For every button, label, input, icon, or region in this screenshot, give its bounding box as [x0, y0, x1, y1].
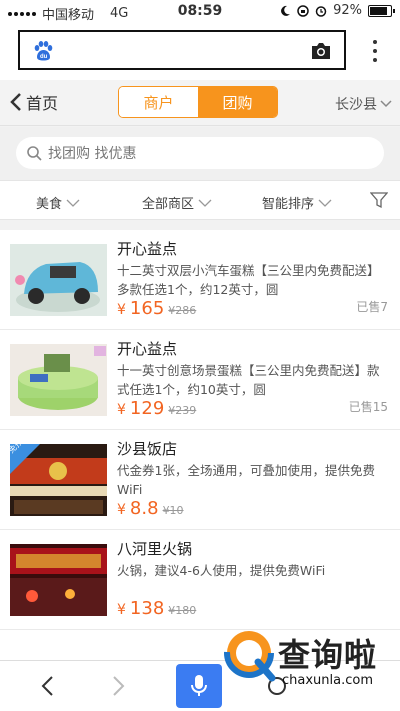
- filter-label: 全部商区: [142, 197, 195, 212]
- nav-header: 首页 商户 团购 长沙县: [0, 80, 400, 126]
- currency-symbol: ¥: [117, 402, 126, 418]
- deal-description: 代金券1张，全场通用，可叠加使用，提供免费WiFi: [117, 463, 375, 497]
- deal-list: 开心益点 十二英寸双层小汽车蛋糕【三公里内免费配送】多款任选1个，约12英寸，圆…: [0, 230, 400, 660]
- tab-merchant[interactable]: 商户: [119, 87, 198, 117]
- deal-title: 沙县饭店: [117, 440, 178, 458]
- deal-title: 八河里火锅: [117, 540, 193, 558]
- back-arrow-icon[interactable]: [40, 675, 54, 697]
- original-price: ¥180: [168, 604, 197, 617]
- filter-label: 美食: [36, 197, 63, 212]
- deal-image: [10, 344, 107, 416]
- camera-icon[interactable]: [310, 42, 332, 60]
- deal-price: ¥8.8 ¥10: [117, 498, 184, 519]
- chevron-down-icon: [66, 199, 80, 207]
- url-box[interactable]: du: [18, 30, 346, 70]
- lock-rotation-icon: [297, 4, 309, 17]
- currency-symbol: ¥: [117, 602, 126, 618]
- filter-bar: 美食 全部商区 智能排序: [0, 180, 400, 220]
- status-right: 92%: [279, 3, 395, 18]
- original-price: ¥286: [168, 304, 197, 317]
- svg-text:du: du: [40, 54, 48, 60]
- browser-bar: du: [0, 24, 400, 80]
- deal-image: [10, 444, 107, 516]
- forward-arrow-icon[interactable]: [112, 675, 126, 697]
- deal-item[interactable]: 沙县饭店 代金券1张，全场通用，可叠加使用，提供免费WiFi ¥8.8 ¥10 …: [0, 430, 400, 530]
- chevron-down-icon: [198, 199, 212, 207]
- back-label: 首页: [26, 94, 59, 113]
- chevron-down-icon: [318, 199, 332, 207]
- filter-funnel-icon[interactable]: [370, 191, 388, 209]
- city-selector[interactable]: 长沙县: [335, 94, 392, 114]
- kebab-menu-icon[interactable]: [372, 40, 378, 62]
- filter-district[interactable]: 全部商区: [142, 193, 212, 212]
- watermark-text: 查询啦: [278, 636, 378, 674]
- back-button[interactable]: 首页: [10, 90, 58, 114]
- deal-description: 十二英寸双层小汽车蛋糕【三公里内免费配送】多款任选1个，约12英寸，圆: [117, 263, 380, 297]
- deal-title: 开心益点: [117, 340, 178, 358]
- price-value: 129: [129, 398, 165, 419]
- search-placeholder: 找团购 找优惠: [48, 146, 137, 162]
- search-input[interactable]: 找团购 找优惠: [16, 137, 384, 169]
- deal-description: 火锅，建议4-6人使用，提供免费WiFi: [117, 563, 326, 578]
- deal-price: ¥138 ¥180: [117, 598, 196, 619]
- deal-image: [10, 244, 107, 316]
- filter-category[interactable]: 美食: [36, 193, 80, 212]
- battery-icon: [368, 4, 395, 17]
- chevron-left-icon: [10, 93, 21, 111]
- currency-symbol: ¥: [117, 502, 126, 518]
- sold-count: 已售15: [348, 400, 388, 414]
- price-value: 8.8: [129, 498, 159, 519]
- segment-control: 商户 团购: [118, 86, 278, 118]
- baidu-paw-icon: du: [34, 41, 53, 61]
- deal-title: 开心益点: [117, 240, 178, 258]
- status-bar: 中国移动 4G 08:59 92%: [0, 0, 400, 24]
- watermark-url: chaxunla.com: [282, 673, 373, 688]
- battery-percent: 92%: [333, 3, 362, 18]
- deal-item[interactable]: 八河里火锅 火锅，建议4-6人使用，提供免费WiFi ¥138 ¥180: [0, 530, 400, 630]
- city-label: 长沙县: [335, 97, 377, 113]
- original-price: ¥10: [162, 504, 184, 517]
- deal-item[interactable]: 开心益点 十一英寸创意场景蛋糕【三公里内免费配送】款式任选1个，约10英寸，圆 …: [0, 330, 400, 430]
- sold-count: 已售7: [356, 300, 388, 314]
- deal-price: ¥129 ¥239: [117, 398, 196, 419]
- filter-label: 智能排序: [262, 197, 315, 212]
- search-icon: [27, 146, 42, 161]
- voice-search-button[interactable]: [176, 664, 222, 708]
- deal-item[interactable]: 开心益点 十二英寸双层小汽车蛋糕【三公里内免费配送】多款任选1个，约12英寸，圆…: [0, 230, 400, 330]
- price-value: 138: [129, 598, 165, 619]
- filter-sort[interactable]: 智能排序: [262, 193, 332, 212]
- tab-group-buy[interactable]: 团购: [198, 87, 277, 117]
- alarm-icon: [315, 5, 327, 17]
- search-area: 找团购 找优惠: [0, 127, 400, 180]
- original-price: ¥239: [168, 404, 197, 417]
- watermark-logo-icon: [224, 628, 276, 682]
- watermark: 查询啦 chaxunla.com: [222, 626, 392, 696]
- moon-icon: [281, 5, 291, 16]
- microphone-icon: [191, 675, 207, 696]
- currency-symbol: ¥: [117, 302, 126, 318]
- deal-price: ¥165 ¥286: [117, 298, 196, 319]
- chevron-down-icon: [380, 100, 392, 108]
- deal-description: 十一英寸创意场景蛋糕【三公里内免费配送】款式任选1个，约10英寸，圆: [117, 363, 380, 397]
- deal-image: [10, 544, 107, 616]
- price-value: 165: [129, 298, 165, 319]
